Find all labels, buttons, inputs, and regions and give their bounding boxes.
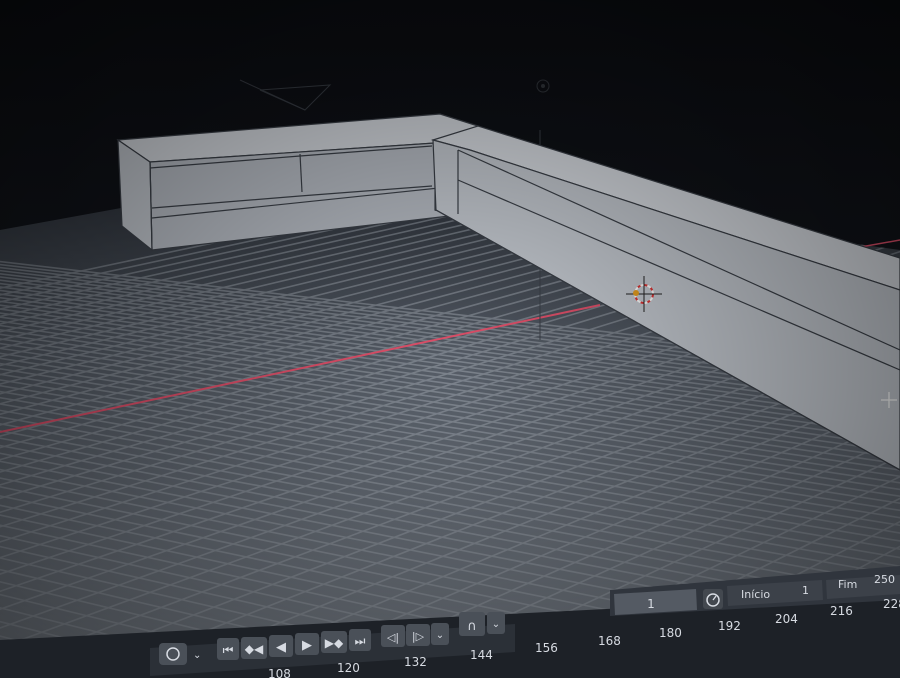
next-keyframe-button[interactable]: ▶◆ (321, 631, 347, 653)
play-icon: ▶ (302, 638, 312, 653)
ruler-tick-label: 144 (470, 648, 493, 662)
ruler-tick-label: 168 (598, 634, 621, 648)
play-reverse-button[interactable]: ◀ (269, 635, 293, 657)
svg-text:⌄: ⌄ (193, 650, 201, 661)
stopwatch-icon[interactable] (703, 589, 723, 609)
magnet-icon: ∩ (467, 619, 477, 634)
svg-text:1: 1 (647, 597, 655, 611)
svg-text:250: 250 (874, 573, 895, 586)
keying-next-icon: |▷ (412, 630, 425, 643)
3d-viewport[interactable]: 1 Início 1 Fim 250 156 168 180 192 204 2… (0, 0, 900, 678)
ruler-tick-label: 108 (268, 667, 291, 678)
record-button[interactable] (159, 643, 187, 665)
record-dropdown[interactable]: ⌄ (193, 650, 201, 661)
next-keyframe-icon: ▶◆ (325, 636, 344, 650)
ruler-tick-label: 204 (775, 612, 798, 626)
play-reverse-icon: ◀ (276, 640, 286, 655)
ruler-tick-label: 120 (337, 661, 360, 675)
prev-keyframe-button[interactable]: ◆◀ (241, 637, 267, 659)
ruler-tick-label: 132 (404, 655, 427, 669)
auto-keying-button[interactable]: ∩ (459, 612, 485, 636)
keying-prev-button[interactable]: ◁| (381, 625, 405, 647)
keying-prev-icon: ◁| (387, 631, 399, 644)
play-button[interactable]: ▶ (295, 633, 319, 655)
ruler-tick-label: 180 (659, 626, 682, 640)
chevron-down-icon: ⌄ (436, 630, 444, 641)
svg-text:1: 1 (802, 584, 809, 597)
jump-end-icon: ⏭ (355, 634, 366, 648)
jump-end-button[interactable]: ⏭ (349, 629, 371, 651)
jump-start-button[interactable]: ⏮ (217, 638, 239, 660)
ruler-tick-label: 156 (535, 641, 558, 655)
chevron-down-icon: ⌄ (492, 619, 500, 630)
jump-start-icon: ⏮ (223, 643, 234, 657)
auto-keying-dropdown[interactable]: ⌄ (487, 612, 505, 634)
svg-text:Início: Início (741, 588, 770, 601)
svg-text:Fim: Fim (838, 578, 857, 591)
ruler-tick-label: 216 (830, 604, 853, 618)
ruler-tick-label: 192 (718, 619, 741, 633)
prev-keyframe-icon: ◆◀ (245, 642, 264, 656)
keying-dropdown[interactable]: ⌄ (431, 623, 449, 645)
ruler-tick-label: 228 (883, 597, 900, 611)
keying-next-button[interactable]: |▷ (406, 624, 430, 646)
